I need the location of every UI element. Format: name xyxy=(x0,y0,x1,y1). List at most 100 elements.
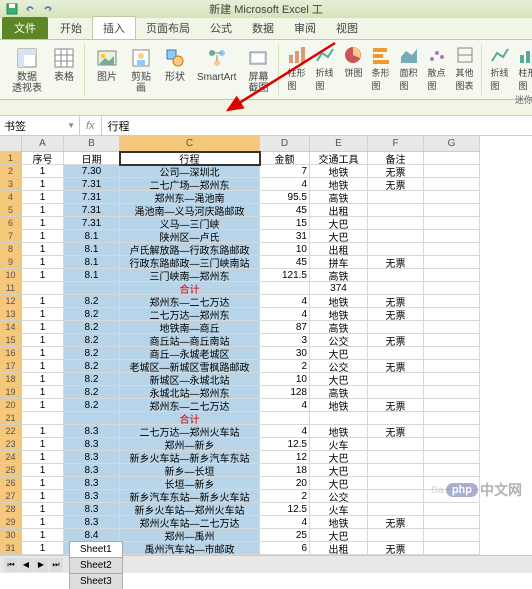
row-header[interactable]: 1 xyxy=(0,152,22,165)
row-header[interactable]: 20 xyxy=(0,399,22,412)
cell[interactable]: 1 xyxy=(22,438,64,451)
cell[interactable]: 无票 xyxy=(368,399,424,412)
cell[interactable]: 30 xyxy=(260,347,310,360)
col-header[interactable]: G xyxy=(424,136,480,152)
file-tab[interactable]: 文件 xyxy=(2,17,48,39)
cell[interactable]: 8.2 xyxy=(64,321,120,334)
cell[interactable] xyxy=(424,503,480,516)
row-header[interactable]: 3 xyxy=(0,178,22,191)
cell[interactable] xyxy=(368,464,424,477)
cell[interactable]: 1 xyxy=(22,529,64,542)
sheet-nav-first[interactable]: ⏮ xyxy=(4,558,18,572)
clipart-button[interactable]: 剪贴画 xyxy=(125,44,157,96)
cell[interactable]: 8.2 xyxy=(64,373,120,386)
tab-layout[interactable]: 页面布局 xyxy=(136,17,200,39)
cell[interactable]: 8.3 xyxy=(64,451,120,464)
cell[interactable]: 1 xyxy=(22,399,64,412)
cell[interactable]: 6 xyxy=(260,542,310,555)
chart-1-button[interactable]: 折线图 xyxy=(313,44,337,93)
row-header[interactable]: 8 xyxy=(0,243,22,256)
sheet-tab[interactable]: Sheet2 xyxy=(69,557,123,573)
sheet-nav-prev[interactable]: ◀ xyxy=(19,558,33,572)
cell[interactable]: 25 xyxy=(260,529,310,542)
cell[interactable]: 出租 xyxy=(310,542,368,555)
cell[interactable]: 2 xyxy=(260,490,310,503)
row-header[interactable]: 11 xyxy=(0,282,22,295)
cell[interactable]: 永城北站—郑州东 xyxy=(120,386,260,399)
cell[interactable] xyxy=(368,243,424,256)
cell[interactable]: 地铁 xyxy=(310,308,368,321)
cell[interactable]: 10 xyxy=(260,373,310,386)
row-header[interactable]: 4 xyxy=(0,191,22,204)
cell[interactable] xyxy=(424,373,480,386)
cell[interactable]: 二七万达—郑州火车站 xyxy=(120,425,260,438)
cell[interactable]: 郑州—禹州 xyxy=(120,529,260,542)
cell[interactable] xyxy=(424,230,480,243)
cell[interactable]: 3 xyxy=(260,334,310,347)
cell[interactable]: 1 xyxy=(22,360,64,373)
pivot-table-button[interactable]: 数据 透视表 xyxy=(8,44,46,96)
cell[interactable] xyxy=(368,373,424,386)
cell[interactable]: 1 xyxy=(22,217,64,230)
row-header[interactable]: 7 xyxy=(0,230,22,243)
cell[interactable]: 大巴 xyxy=(310,373,368,386)
chart-6-button[interactable]: 其他图表 xyxy=(453,44,477,93)
cell[interactable] xyxy=(368,451,424,464)
cell[interactable] xyxy=(424,152,480,165)
save-icon[interactable] xyxy=(4,1,20,17)
cell[interactable]: 1 xyxy=(22,204,64,217)
cell[interactable]: 渑池南—义马河庆路邮政 xyxy=(120,204,260,217)
cell[interactable]: 1 xyxy=(22,165,64,178)
row-header[interactable]: 12 xyxy=(0,295,22,308)
cell[interactable]: 行政东路邮政—三门峡南站 xyxy=(120,256,260,269)
screenshot-button[interactable]: 屏幕截图 xyxy=(242,44,274,96)
cell[interactable] xyxy=(368,438,424,451)
cell[interactable] xyxy=(424,217,480,230)
redo-icon[interactable] xyxy=(40,1,56,17)
cell[interactable] xyxy=(424,425,480,438)
cell[interactable]: 8.1 xyxy=(64,269,120,282)
cell[interactable]: 新乡汽车东站—新乡火车站 xyxy=(120,490,260,503)
cell[interactable]: 1 xyxy=(22,542,64,555)
cell[interactable]: 8.3 xyxy=(64,425,120,438)
cell[interactable]: 火车 xyxy=(310,438,368,451)
cell[interactable]: 1 xyxy=(22,516,64,529)
cell[interactable]: 大巴 xyxy=(310,451,368,464)
cell[interactable]: 义马—三门峡 xyxy=(120,217,260,230)
cell[interactable] xyxy=(260,412,310,425)
fx-icon[interactable]: fx xyxy=(86,120,95,132)
row-header[interactable]: 9 xyxy=(0,256,22,269)
col-header[interactable]: B xyxy=(64,136,120,152)
header-cell[interactable]: 行程 xyxy=(120,152,260,165)
table-button[interactable]: 表格 xyxy=(48,44,80,96)
cell[interactable] xyxy=(424,360,480,373)
cell[interactable]: 大巴 xyxy=(310,217,368,230)
cell[interactable]: 1 xyxy=(22,295,64,308)
cell[interactable] xyxy=(424,529,480,542)
cell[interactable]: 8.1 xyxy=(64,230,120,243)
tab-insert[interactable]: 插入 xyxy=(92,16,136,39)
cell[interactable] xyxy=(368,282,424,295)
row-header[interactable]: 28 xyxy=(0,503,22,516)
header-cell[interactable]: 备注 xyxy=(368,152,424,165)
cell[interactable] xyxy=(368,269,424,282)
cell[interactable]: 8.2 xyxy=(64,399,120,412)
cell[interactable]: 10 xyxy=(260,243,310,256)
shapes-button[interactable]: 形状 xyxy=(159,44,191,96)
cell[interactable] xyxy=(424,399,480,412)
cell[interactable] xyxy=(424,347,480,360)
col-header[interactable]: E xyxy=(310,136,368,152)
cell[interactable] xyxy=(424,191,480,204)
cell[interactable]: 1 xyxy=(22,191,64,204)
cell[interactable]: 公交 xyxy=(310,334,368,347)
cell[interactable] xyxy=(424,542,480,555)
cell[interactable]: 1 xyxy=(22,334,64,347)
chart-2-button[interactable]: 饼图 xyxy=(341,44,365,93)
tab-home[interactable]: 开始 xyxy=(50,17,92,39)
cell[interactable]: 郑州东—二七万达 xyxy=(120,295,260,308)
cell[interactable] xyxy=(368,386,424,399)
header-cell[interactable]: 序号 xyxy=(22,152,64,165)
cell[interactable] xyxy=(424,165,480,178)
chart-3-button[interactable]: 条形图 xyxy=(369,44,393,93)
cell[interactable]: 4 xyxy=(260,399,310,412)
